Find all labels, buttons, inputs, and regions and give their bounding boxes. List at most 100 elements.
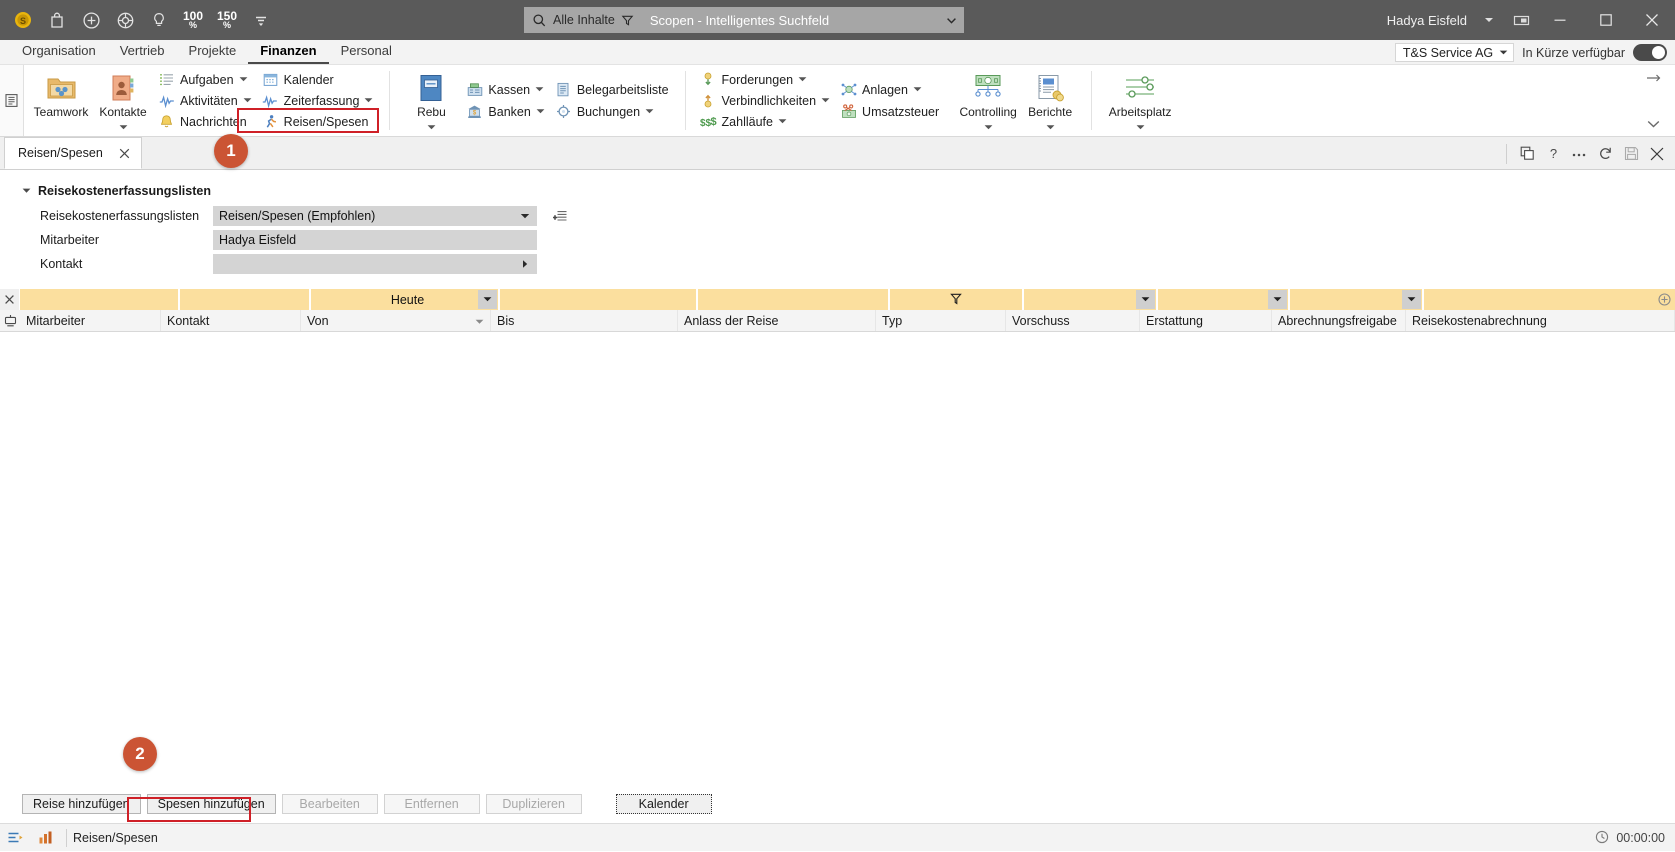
filter-cell-abrechnungsfreigabe[interactable] — [1290, 289, 1424, 310]
ribbon-button-verbindlichkeiten[interactable]: Verbindlichkeiten — [696, 90, 837, 111]
filter-dropdown-icon[interactable] — [1268, 290, 1287, 309]
grid-settings-icon[interactable] — [0, 310, 20, 331]
filter-dropdown-icon[interactable] — [1402, 290, 1421, 309]
filter-cell-vorschuss[interactable] — [1024, 289, 1158, 310]
menu-item-projekte[interactable]: Projekte — [177, 39, 249, 64]
grid-column-erstattung[interactable]: Erstattung — [1140, 310, 1272, 331]
filter-dropdown-icon[interactable] — [478, 290, 497, 309]
search-scope-selector[interactable]: Alle Inhalte — [524, 13, 634, 28]
chevron-down-icon[interactable] — [1136, 119, 1145, 134]
reise-hinzufuegen-button[interactable]: Reise hinzufügen — [22, 794, 141, 814]
close-icon[interactable] — [1629, 0, 1675, 40]
ribbon-button-forderungen[interactable]: Forderungen — [696, 69, 837, 90]
chevron-down-icon[interactable] — [515, 212, 535, 220]
search-dropdown-caret-icon[interactable] — [938, 7, 964, 33]
ribbon-button-reisen-spesen[interactable]: Reisen/Spesen — [258, 111, 380, 132]
kalender-button[interactable]: Kalender — [615, 794, 712, 814]
chevron-down-icon[interactable] — [239, 75, 248, 84]
ribbon-button-nachrichten[interactable]: Nachrichten — [154, 111, 258, 132]
filter-dropdown-icon[interactable] — [1136, 290, 1155, 309]
grid-column-bis[interactable]: Bis — [491, 310, 678, 331]
zoom-150-button[interactable]: 150% — [210, 3, 244, 37]
save-icon[interactable] — [1619, 142, 1643, 166]
ribbon-button-kalender[interactable]: Kalender — [258, 69, 380, 90]
menu-item-personal[interactable]: Personal — [329, 39, 404, 64]
form-section-header[interactable]: Reisekostenerfassungslisten — [22, 184, 1675, 198]
restore-window-icon[interactable] — [1505, 0, 1537, 40]
chevron-down-icon[interactable] — [821, 96, 830, 105]
minimize-icon[interactable] — [1537, 0, 1583, 40]
add-list-icon[interactable] — [551, 207, 569, 225]
coin-logo-icon[interactable]: S — [6, 3, 40, 37]
ribbon-customize-icon[interactable] — [1646, 71, 1661, 88]
close-icon[interactable] — [117, 146, 132, 161]
chevron-down-icon[interactable] — [984, 119, 993, 134]
global-search-bar[interactable]: Alle Inhalte Scopen - Intelligentes Such… — [524, 7, 964, 33]
add-filter-icon[interactable] — [1424, 289, 1675, 310]
ribbon-button-rebu[interactable]: Rebu — [400, 67, 462, 134]
bag-icon[interactable] — [40, 3, 74, 37]
maximize-icon[interactable] — [1583, 0, 1629, 40]
filter-cell-typ[interactable] — [890, 289, 1024, 310]
grid-column-anlass-der-reise[interactable]: Anlass der Reise — [678, 310, 876, 331]
grid-body-empty[interactable] — [0, 332, 1675, 702]
lifebuoy-icon[interactable] — [108, 3, 142, 37]
chevron-down-icon[interactable] — [243, 96, 252, 105]
company-selector[interactable]: T&S Service AG — [1394, 43, 1515, 62]
filter-cell-anlass[interactable] — [698, 289, 890, 310]
chart-bar-icon[interactable] — [30, 824, 60, 852]
ribbon-button-banken[interactable]: $ Banken — [462, 101, 550, 123]
lookup-arrow-icon[interactable] — [515, 259, 535, 269]
chevron-down-icon[interactable] — [645, 107, 654, 116]
ribbon-button-zeiterfassung[interactable]: Zeiterfassung — [258, 90, 380, 111]
workflow-icon[interactable] — [0, 824, 30, 852]
ribbon-button-berichte[interactable]: Berichte — [1019, 67, 1081, 134]
kontakt-lookup-field[interactable] — [213, 254, 537, 274]
ribbon-button-teamwork[interactable]: Teamwork — [30, 67, 92, 134]
collapse-triangle-icon[interactable] — [22, 187, 31, 195]
chevron-down-icon[interactable] — [119, 119, 128, 134]
grid-column-von[interactable]: Von — [301, 310, 491, 331]
chevron-down-icon[interactable] — [427, 119, 436, 134]
menu-item-vertrieb[interactable]: Vertrieb — [108, 39, 177, 64]
chevron-down-icon[interactable] — [1046, 119, 1055, 134]
ribbon-button-kontakte[interactable]: Kontakte — [92, 67, 154, 134]
filter-cell-bis[interactable] — [500, 289, 698, 310]
grid-column-vorschuss[interactable]: Vorschuss — [1006, 310, 1140, 331]
ribbon-collapse-icon[interactable] — [1646, 118, 1661, 133]
lightbulb-icon[interactable] — [142, 3, 176, 37]
ribbon-button-anlagen[interactable]: Anlagen — [836, 79, 945, 101]
chevron-down-icon[interactable] — [798, 75, 807, 84]
filter-funnel-icon[interactable] — [950, 293, 962, 306]
ribbon-button-arbeitsplatz[interactable]: Arbeitsplatz — [1102, 67, 1178, 134]
close-view-icon[interactable] — [1645, 142, 1669, 166]
chevron-down-icon[interactable] — [913, 85, 922, 94]
user-menu-label[interactable]: Hadya Eisfeld — [1387, 13, 1467, 28]
chevron-down-icon[interactable] — [536, 107, 545, 116]
grid-column-typ[interactable]: Typ — [876, 310, 1006, 331]
menu-item-finanzen[interactable]: Finanzen — [248, 39, 329, 64]
chevron-down-icon[interactable] — [364, 96, 373, 105]
search-input[interactable]: Scopen - Intelligentes Suchfeld — [634, 13, 938, 28]
chevron-down-icon[interactable] — [778, 117, 787, 126]
document-tab-reisen-spesen[interactable]: Reisen/Spesen — [4, 137, 142, 169]
grid-column-mitarbeiter[interactable]: Mitarbeiter — [20, 310, 161, 331]
grid-column-abrechnungsfreigabe[interactable]: Abrechnungsfreigabe — [1272, 310, 1406, 331]
ribbon-button-umsatzsteuer[interactable]: Umsatzsteuer — [836, 101, 945, 123]
plus-circle-icon[interactable] — [74, 3, 108, 37]
grid-column-kontakt[interactable]: Kontakt — [161, 310, 301, 331]
chevrons-down-icon[interactable] — [244, 3, 278, 37]
filter-cell-erstattung[interactable] — [1158, 289, 1290, 310]
ribbon-button-zahllaeufe[interactable]: $$ $ Zahlläufe — [696, 111, 837, 132]
coming-soon-toggle[interactable] — [1633, 44, 1667, 61]
grid-column-reisekostenabrechnung[interactable]: Reisekostenabrechnung — [1406, 310, 1675, 331]
zoom-100-button[interactable]: 100% — [176, 3, 210, 37]
filter-cell-kontakt[interactable] — [180, 289, 311, 310]
spesen-hinzufuegen-button[interactable]: Spesen hinzufügen — [146, 794, 276, 814]
reisekostenerfassungslisten-select[interactable]: Reisen/Spesen (Empfohlen) — [213, 206, 537, 226]
panel-toggle-icon[interactable] — [0, 65, 24, 136]
ribbon-button-aktivitaeten[interactable]: Aktivitäten — [154, 90, 258, 111]
filter-cell-von[interactable]: Heute — [311, 289, 500, 310]
help-icon[interactable]: ? — [1541, 142, 1565, 166]
more-options-icon[interactable] — [1567, 142, 1591, 166]
